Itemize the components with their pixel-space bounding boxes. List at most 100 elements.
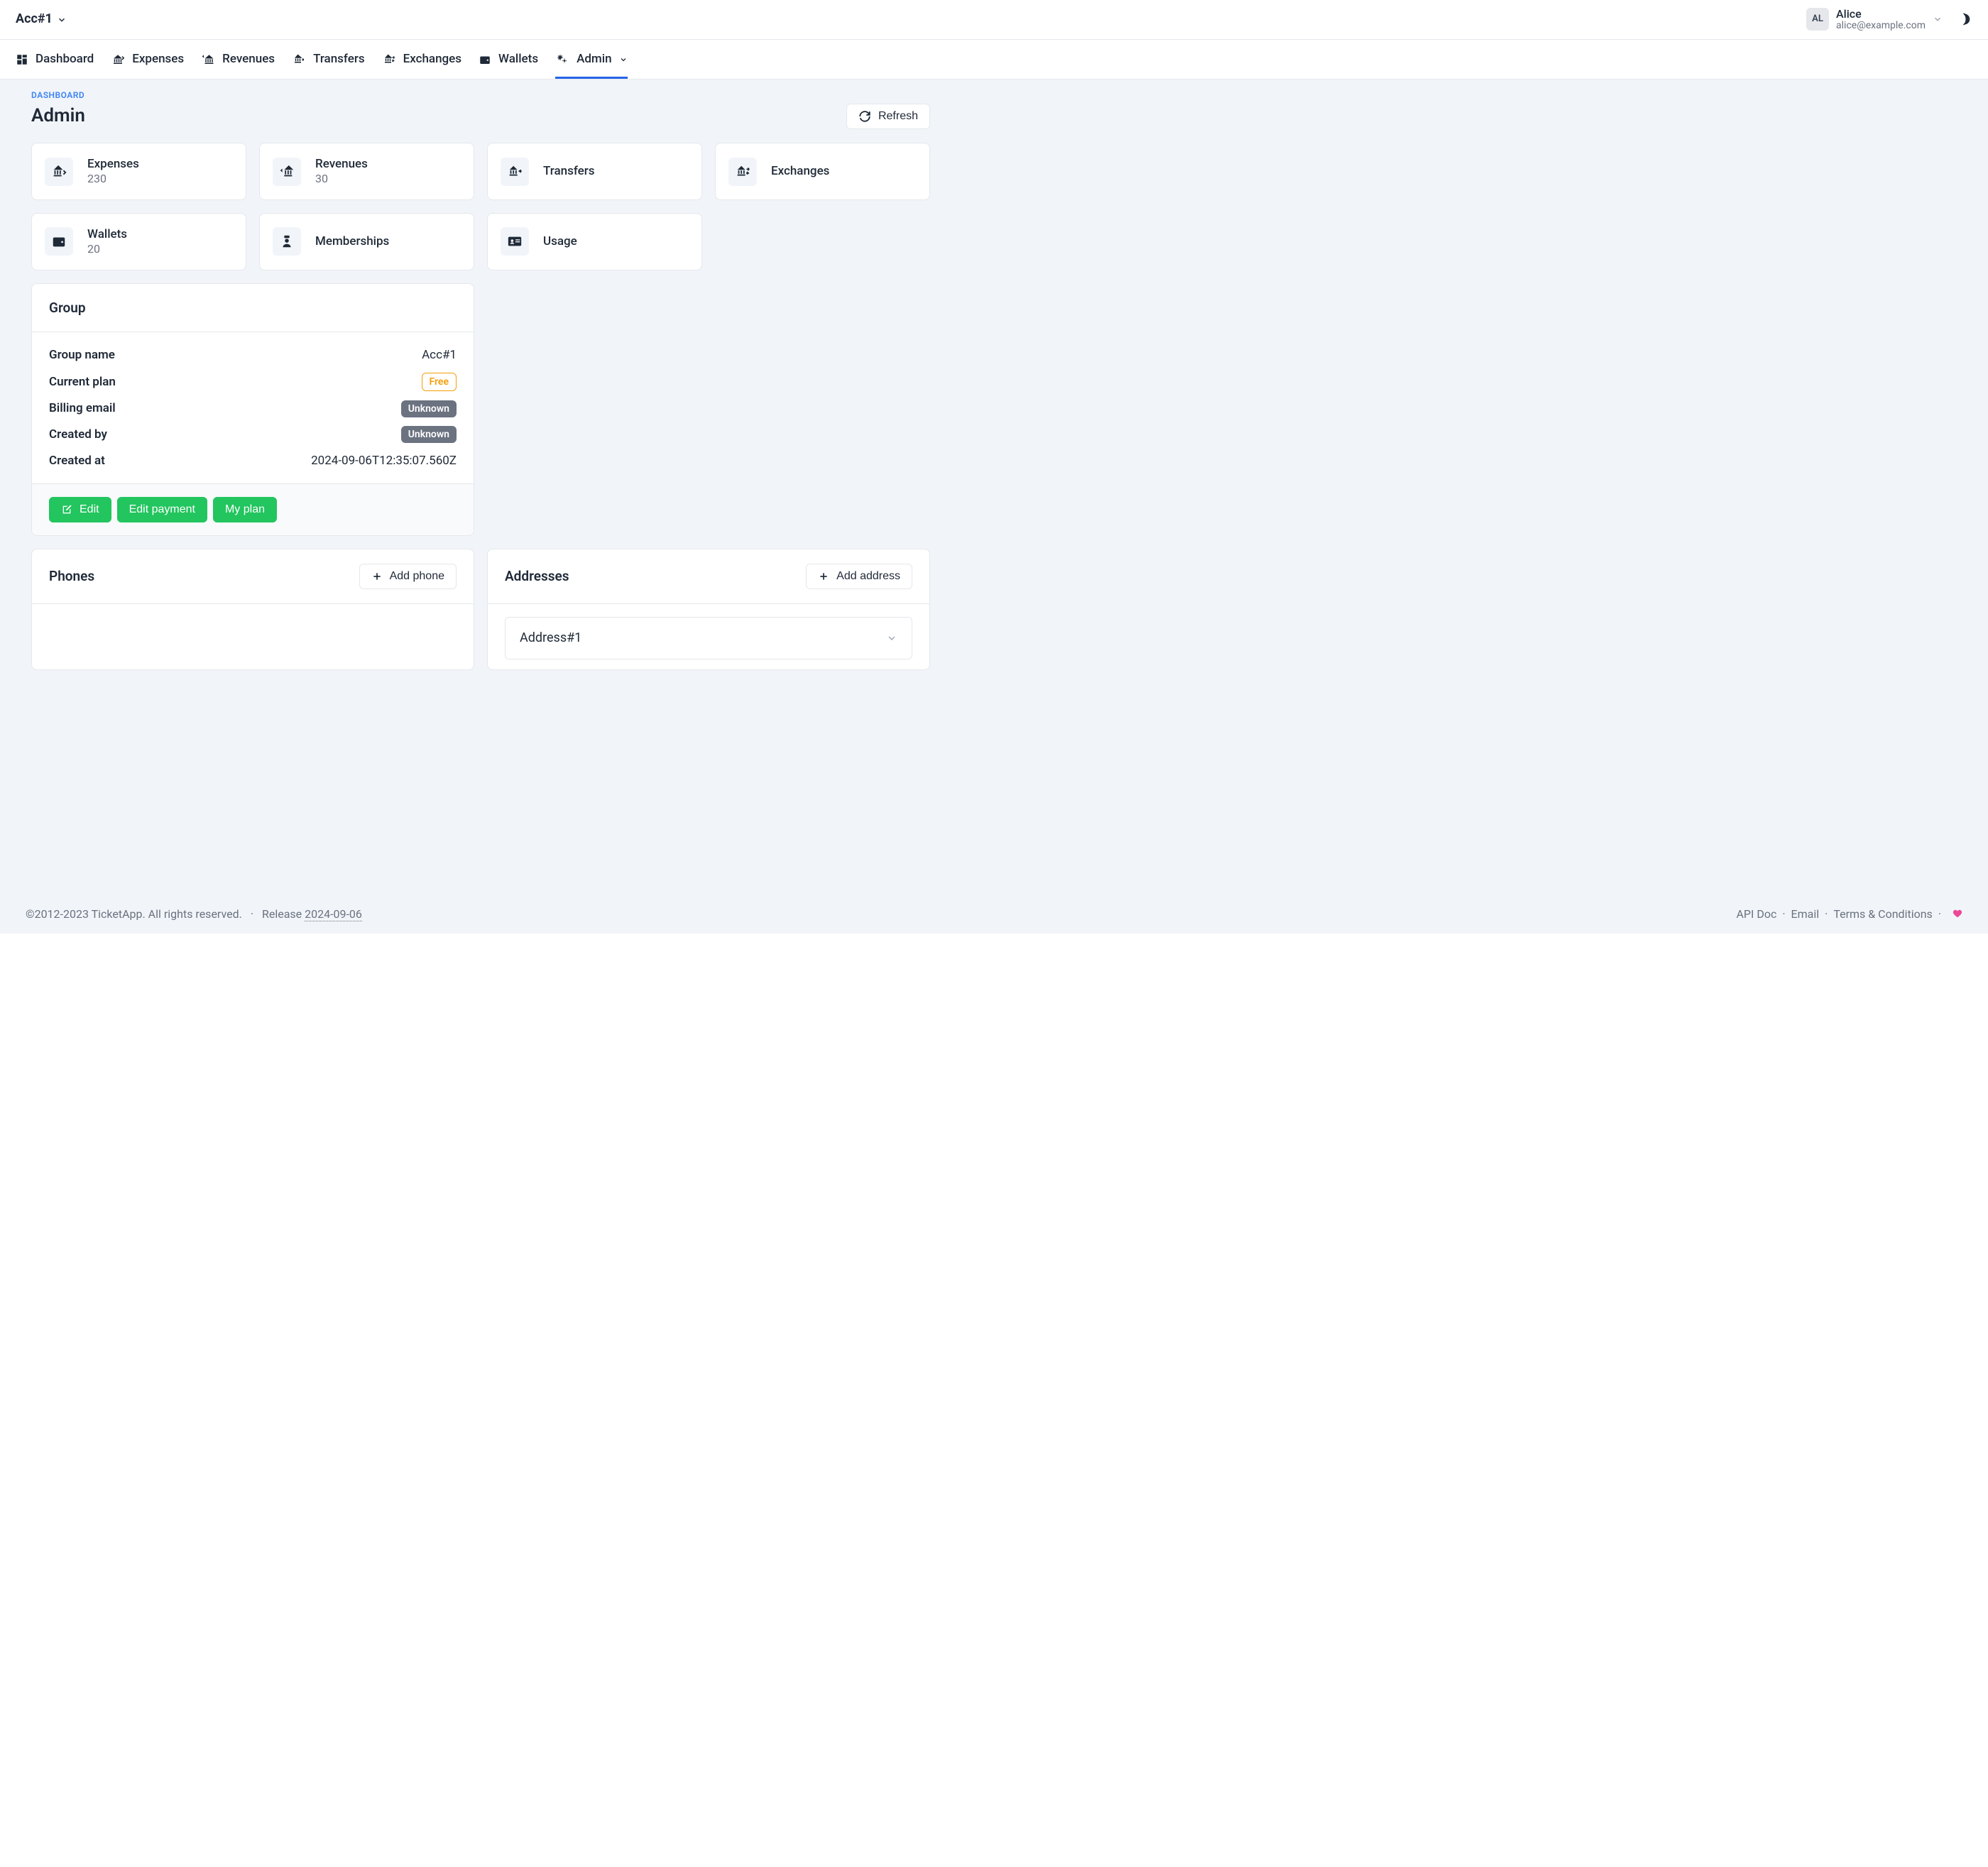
plus-icon — [818, 571, 829, 582]
stat-card-transfers[interactable]: Transfers — [487, 143, 702, 200]
dashboard-icon — [16, 53, 28, 66]
bank-out-icon — [111, 53, 125, 66]
page-title: Admin — [31, 103, 85, 130]
nav-label: Admin — [577, 50, 611, 68]
creator-label: Created by — [49, 426, 107, 444]
nav-dashboard[interactable]: Dashboard — [16, 40, 94, 79]
bank-in-icon — [279, 164, 295, 180]
exchange-icon — [382, 53, 396, 66]
my-plan-button[interactable]: My plan — [213, 497, 277, 522]
nav-revenues[interactable]: Revenues — [201, 40, 275, 79]
group-name-label: Group name — [49, 346, 115, 364]
moon-icon — [1957, 12, 1971, 26]
wallet-icon — [51, 234, 67, 249]
footer-link-email[interactable]: Email — [1791, 906, 1820, 922]
admin-icon — [555, 53, 569, 66]
person-icon — [279, 234, 295, 249]
add-phone-button[interactable]: Add phone — [359, 564, 457, 589]
account-name: Acc#1 — [16, 10, 53, 28]
user-name: Alice — [1836, 8, 1926, 21]
edit-button[interactable]: Edit — [49, 497, 111, 522]
refresh-icon — [858, 110, 871, 123]
nav-admin[interactable]: Admin — [555, 40, 627, 79]
transfer-icon — [507, 164, 523, 180]
plus-icon — [371, 571, 383, 582]
nav-label: Dashboard — [36, 50, 94, 68]
heart-icon — [1952, 909, 1962, 919]
stat-label: Memberships — [315, 234, 389, 249]
bank-in-icon — [201, 53, 215, 66]
nav-transfers[interactable]: Transfers — [292, 40, 365, 79]
addresses-panel: Addresses Add address Address#1 — [487, 549, 930, 670]
chevron-down-icon — [886, 633, 897, 644]
chevron-down-icon — [619, 55, 628, 64]
exchange-icon — [735, 164, 750, 180]
stat-label: Wallets — [87, 226, 127, 242]
edit-payment-button[interactable]: Edit payment — [117, 497, 207, 522]
nav-expenses[interactable]: Expenses — [111, 40, 184, 79]
stat-label: Transfers — [543, 163, 595, 179]
nav-exchanges[interactable]: Exchanges — [382, 40, 462, 79]
creator-value: Unknown — [401, 426, 457, 443]
panel-title: Group — [32, 284, 474, 333]
refresh-label: Refresh — [878, 110, 918, 123]
wallet-icon — [479, 53, 491, 66]
button-label: Edit — [80, 503, 99, 516]
stat-label: Usage — [543, 234, 577, 249]
address-item[interactable]: Address#1 — [505, 617, 912, 659]
panel-title: Addresses — [505, 566, 569, 586]
billing-label: Billing email — [49, 400, 116, 417]
stat-card-wallets[interactable]: Wallets 20 — [31, 213, 246, 270]
stat-label: Exchanges — [771, 163, 829, 179]
stat-value: 30 — [315, 172, 368, 187]
footer-release-prefix: Release — [262, 907, 305, 921]
button-label: Add phone — [390, 570, 444, 583]
billing-value: Unknown — [401, 400, 457, 417]
created-label: Created at — [49, 452, 105, 470]
chevron-down-icon — [57, 15, 67, 25]
edit-icon — [61, 504, 72, 515]
refresh-button[interactable]: Refresh — [846, 104, 930, 129]
group-name-value: Acc#1 — [422, 346, 457, 364]
nav-label: Transfers — [313, 50, 365, 68]
bank-out-icon — [51, 164, 67, 180]
button-label: My plan — [225, 503, 265, 516]
avatar: AL — [1806, 8, 1829, 31]
theme-toggle[interactable] — [1955, 11, 1972, 28]
button-label: Add address — [836, 570, 900, 583]
breadcrumb[interactable]: DASHBOARD — [31, 89, 930, 102]
button-label: Edit payment — [129, 503, 195, 516]
plan-badge: Free — [422, 373, 457, 391]
nav-wallets[interactable]: Wallets — [479, 40, 538, 79]
add-address-button[interactable]: Add address — [806, 564, 912, 589]
account-switcher[interactable]: Acc#1 — [16, 10, 67, 28]
nav-label: Exchanges — [403, 50, 462, 68]
stat-label: Revenues — [315, 156, 368, 172]
chevron-down-icon — [1933, 14, 1943, 24]
footer-link-api[interactable]: API Doc — [1736, 906, 1776, 922]
address-label: Address#1 — [520, 629, 581, 647]
stat-value: 20 — [87, 242, 127, 257]
stat-card-exchanges[interactable]: Exchanges — [715, 143, 930, 200]
nav-label: Revenues — [222, 50, 275, 68]
nav-label: Wallets — [498, 50, 538, 68]
footer-release-date: 2024-09-06 — [305, 907, 362, 921]
created-value: 2024-09-06T12:35:07.560Z — [311, 452, 457, 470]
group-panel: Group Group name Acc#1 Current plan Free… — [31, 283, 474, 536]
panel-title: Phones — [49, 566, 94, 586]
stat-card-expenses[interactable]: Expenses 230 — [31, 143, 246, 200]
nav-label: Expenses — [132, 50, 184, 68]
stat-value: 230 — [87, 172, 139, 187]
stat-card-memberships[interactable]: Memberships — [259, 213, 474, 270]
phones-panel: Phones Add phone — [31, 549, 474, 670]
id-card-icon — [507, 234, 523, 249]
stat-label: Expenses — [87, 156, 139, 172]
stat-card-usage[interactable]: Usage — [487, 213, 702, 270]
footer-link-terms[interactable]: Terms & Conditions — [1833, 906, 1933, 922]
stat-card-revenues[interactable]: Revenues 30 — [259, 143, 474, 200]
transfer-icon — [292, 53, 306, 66]
user-menu[interactable]: AL Alice alice@example.com — [1806, 8, 1943, 31]
user-email: alice@example.com — [1836, 21, 1926, 31]
footer-copyright: ©2012-2023 TicketApp. All rights reserve… — [26, 907, 242, 921]
plan-label: Current plan — [49, 373, 116, 391]
